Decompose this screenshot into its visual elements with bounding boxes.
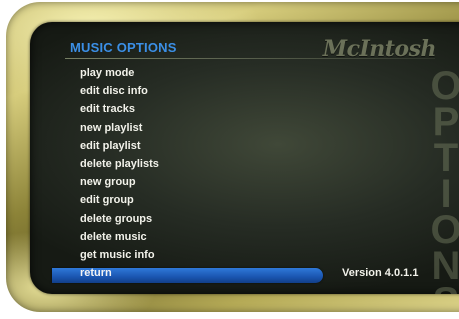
menu-item-edit-tracks[interactable]: edit tracks	[30, 100, 330, 118]
menu-item-edit-playlist[interactable]: edit playlist	[30, 137, 330, 155]
menu-item-delete-music[interactable]: delete music	[30, 228, 330, 246]
menu-item-new-group[interactable]: new group	[30, 173, 330, 191]
version-label: Version 4.0.1.1	[342, 267, 419, 279]
menu-item-get-music-info[interactable]: get music info	[30, 246, 330, 264]
menu-item-return[interactable]: return	[30, 264, 330, 282]
menu-item-edit-disc-info[interactable]: edit disc info	[30, 82, 330, 100]
menu-item-delete-playlists[interactable]: delete playlists	[30, 155, 330, 173]
watermark-letter: O	[430, 64, 459, 108]
menu-item-delete-groups[interactable]: delete groups	[30, 210, 330, 228]
brand-logo: McIntosh	[322, 36, 437, 62]
options-watermark: O P T I O N S	[426, 64, 459, 294]
watermark-letter: O	[430, 208, 459, 252]
watermark-letter: S	[426, 282, 459, 294]
menu-item-new-playlist[interactable]: new playlist	[30, 119, 330, 137]
menu-screen: MUSIC OPTIONS McIntosh O P T I O N S pla…	[30, 22, 459, 294]
options-menu: play mode edit disc info edit tracks new…	[30, 64, 330, 282]
menu-title: MUSIC OPTIONS	[70, 40, 177, 55]
menu-item-play-mode[interactable]: play mode	[30, 64, 330, 82]
device-frame: MUSIC OPTIONS McIntosh O P T I O N S pla…	[0, 0, 459, 319]
watermark-letter: T	[433, 136, 459, 180]
menu-item-edit-group[interactable]: edit group	[30, 191, 330, 209]
watermark-letter: P	[432, 100, 459, 144]
watermark-letter: N	[431, 244, 459, 288]
watermark-letter: I	[440, 172, 452, 216]
